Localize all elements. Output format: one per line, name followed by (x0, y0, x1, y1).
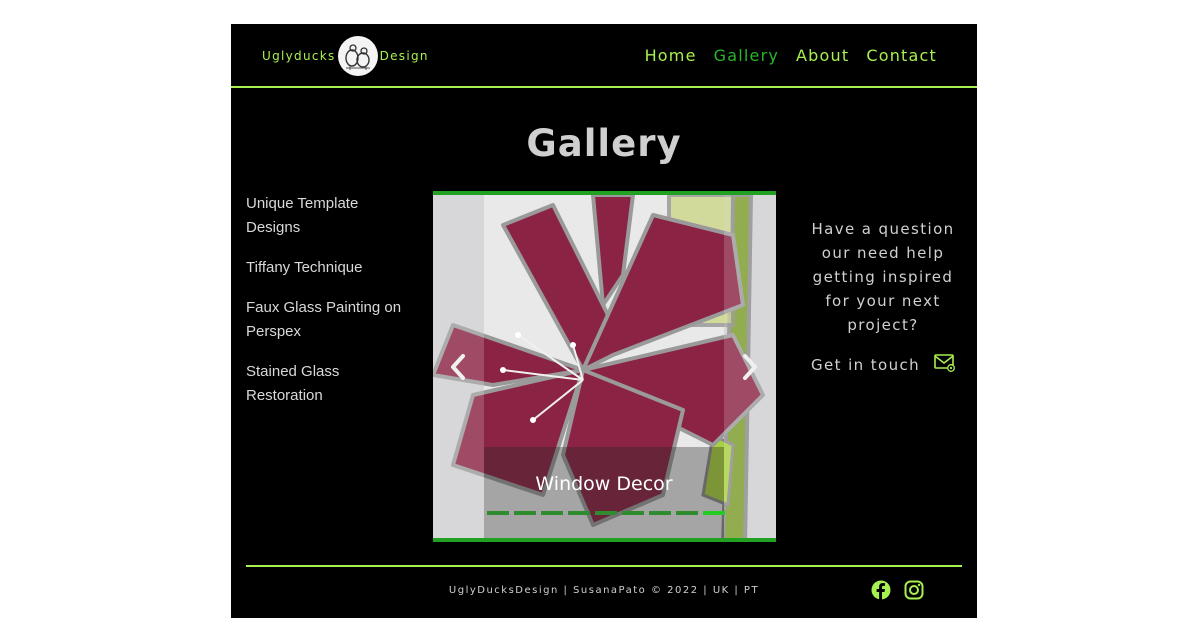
get-in-touch-label: Get in touch (811, 356, 921, 374)
gallery-carousel: Window Decor (433, 191, 776, 542)
carousel-indicators (487, 511, 725, 515)
slide-caption: Window Decor (535, 473, 673, 495)
footer-copyright: UglyDucksDesign | SusanaPato © 2022 | UK… (448, 585, 760, 596)
nav-home[interactable]: Home (645, 46, 697, 65)
indicator-4[interactable] (568, 511, 590, 515)
get-in-touch-link[interactable]: Get in touch (811, 354, 956, 376)
page-title: Gallery (526, 122, 682, 165)
instagram-icon[interactable] (904, 580, 924, 600)
social-links (871, 580, 924, 600)
category-item-stained-glass-restoration[interactable]: Stained Glass Restoration (246, 360, 416, 408)
category-list: Unique Template Designs Tiffany Techniqu… (246, 192, 416, 424)
category-item-unique-template-designs[interactable]: Unique Template Designs (246, 192, 416, 240)
site-container: Uglyducks Design Home Gallery About Cont… (231, 24, 977, 618)
facebook-icon[interactable] (871, 580, 891, 600)
nav-contact[interactable]: Contact (866, 46, 937, 65)
indicator-8[interactable] (676, 511, 698, 515)
nav-about[interactable]: About (796, 46, 849, 65)
contact-question: Have a question our need help getting in… (811, 220, 955, 334)
category-item-faux-glass-painting[interactable]: Faux Glass Painting on Perspex (246, 296, 416, 344)
mail-icon (934, 354, 956, 376)
footer-divider (246, 565, 962, 567)
brand-name-left: Uglyducks (262, 49, 336, 63)
indicator-1[interactable] (487, 511, 509, 515)
indicator-9[interactable] (703, 511, 725, 515)
category-item-tiffany-technique[interactable]: Tiffany Technique (246, 256, 416, 280)
chevron-right-icon[interactable] (737, 352, 761, 382)
site-header: Uglyducks Design Home Gallery About Cont… (231, 24, 977, 88)
chevron-left-icon[interactable] (447, 352, 471, 382)
ducks-logo-icon (337, 36, 378, 76)
brand-logo-link[interactable]: Uglyducks Design (262, 36, 429, 76)
main-nav: Home Gallery About Contact (645, 46, 937, 65)
nav-gallery[interactable]: Gallery (714, 46, 779, 65)
indicator-3[interactable] (541, 511, 563, 515)
indicator-7[interactable] (649, 511, 671, 515)
indicator-5[interactable] (595, 511, 617, 515)
brand-name-right: Design (379, 49, 429, 63)
indicator-2[interactable] (514, 511, 536, 515)
indicator-6[interactable] (622, 511, 644, 515)
